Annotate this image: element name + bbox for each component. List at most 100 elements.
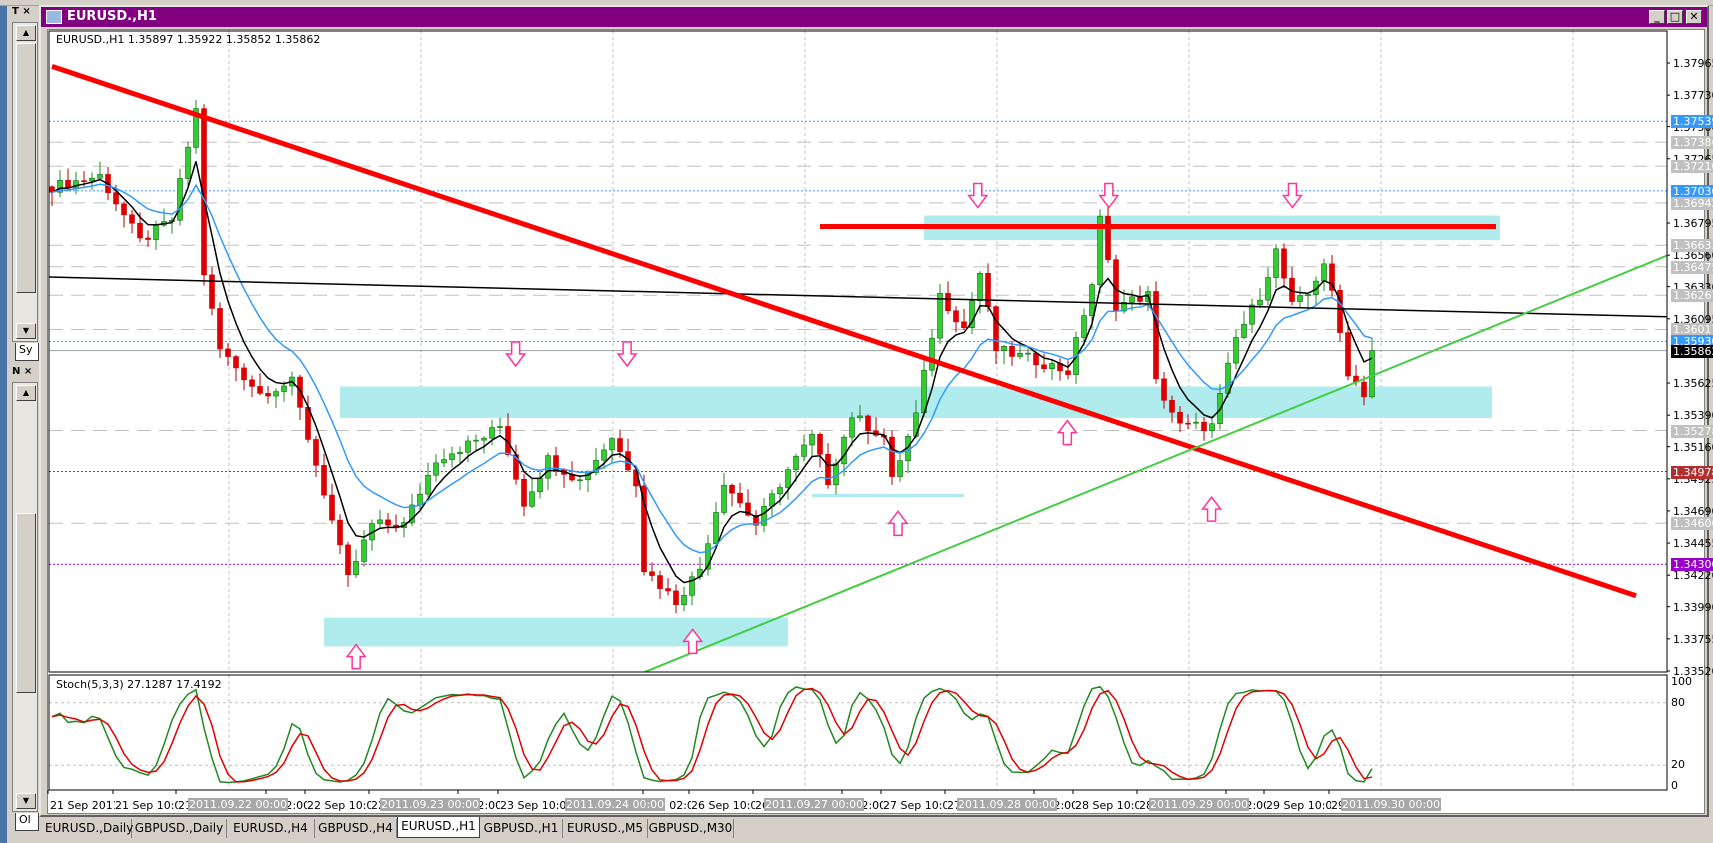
tab-gbpusd-h4[interactable]: GBPUSD.,H4	[315, 819, 397, 838]
bear-candle	[865, 415, 871, 432]
price-marker-label: 1.37539	[1671, 115, 1713, 129]
bear-candle	[137, 222, 143, 239]
price-marker-label: 1.35862	[1671, 344, 1713, 358]
tab-eurusd-h1[interactable]: EURUSD.,H1	[397, 817, 480, 838]
bull-candle	[545, 455, 551, 479]
bull-candle	[1265, 277, 1271, 301]
bear-candle	[265, 393, 271, 397]
bear-candle	[1177, 411, 1183, 424]
price-marker-label: 1.36267	[1671, 289, 1713, 303]
bull-candle	[777, 487, 783, 495]
bear-candle	[665, 588, 671, 592]
bull-candle	[1233, 337, 1239, 364]
tab-gbpusd-daily[interactable]: GBPUSD.,Daily	[132, 819, 227, 838]
bull-candle	[1257, 299, 1263, 306]
bear-candle	[961, 321, 967, 328]
bear-candle	[817, 434, 823, 455]
bull-candle	[1081, 315, 1087, 338]
bear-candle	[521, 479, 527, 507]
bull-candle	[849, 417, 855, 438]
bear-candle	[1009, 346, 1015, 357]
bear-candle	[993, 306, 999, 351]
bull-candle	[809, 434, 815, 446]
bear-candle	[145, 237, 151, 240]
bear-candle	[217, 308, 223, 350]
tab-eurusd-h4[interactable]: EURUSD.,H4	[227, 819, 315, 838]
time-highlight-label: 2011.09.28 00:00	[957, 798, 1058, 811]
support-resistance-zone	[812, 493, 964, 498]
price-tick-label: 1.36795	[1673, 217, 1713, 231]
price-tick-label: 1.33755	[1673, 632, 1713, 646]
time-tick-label: 29 Sep 10:00	[1266, 799, 1340, 812]
bear-candle	[673, 590, 679, 605]
up-arrow-icon	[1056, 419, 1078, 446]
bull-candle	[1001, 346, 1007, 351]
tab-eurusd-m5[interactable]: EURUSD.,M5	[563, 819, 648, 838]
time-tick-label: 27 Sep 10:00	[883, 799, 957, 812]
bull-candle	[497, 426, 503, 428]
time-highlight-label: 2011.09.27 00:00	[764, 798, 865, 811]
bull-candle	[785, 469, 791, 488]
stoch-plot	[49, 675, 1667, 790]
bear-candle	[249, 379, 255, 387]
tab-gbpusd-m30[interactable]: GBPUSD.,M30	[648, 819, 734, 838]
bear-candle	[649, 571, 655, 576]
symbol-ohlc-info: EURUSD.,H1 1.35897 1.35922 1.35852 1.358…	[56, 33, 321, 46]
tab-gbpusd-h1[interactable]: GBPUSD.,H1	[480, 819, 563, 838]
bear-candle	[1169, 399, 1175, 413]
bull-candle	[529, 491, 535, 507]
bear-candle	[345, 544, 351, 576]
bull-candle	[1297, 295, 1303, 302]
bull-candle	[1025, 352, 1031, 355]
price-marker-label: 1.36475	[1671, 260, 1713, 274]
bear-candle	[321, 465, 327, 496]
bull-candle	[433, 462, 439, 476]
bull-candle	[1089, 284, 1095, 316]
bull-candle	[273, 391, 279, 397]
bull-candle	[489, 427, 495, 439]
downtrend-line	[51, 64, 1637, 599]
bull-candle	[713, 512, 719, 545]
price-chart[interactable]	[0, 0, 1713, 843]
bull-candle	[1209, 423, 1215, 432]
bull-candle	[929, 337, 935, 371]
time-tick-label: 22 Sep 10:00	[307, 799, 381, 812]
bear-candle	[81, 180, 87, 182]
bull-candle	[801, 444, 807, 457]
bull-candle	[465, 440, 471, 453]
bull-candle	[1129, 296, 1135, 303]
bull-candle	[1249, 304, 1255, 325]
bear-candle	[1345, 332, 1351, 377]
bull-candle	[457, 451, 463, 455]
bear-candle	[209, 274, 215, 309]
bull-candle	[185, 147, 191, 179]
bear-candle	[329, 494, 335, 521]
main-plot	[49, 31, 1667, 672]
bull-candle	[361, 539, 367, 562]
bear-candle	[1185, 422, 1191, 425]
chart-tabs: EURUSD.,Daily GBPUSD.,Daily EURUSD.,H4 GBPU…	[41, 817, 1713, 839]
price-tick-label: 1.35390	[1673, 409, 1713, 423]
up-arrow-icon	[345, 643, 367, 670]
bull-candle	[97, 174, 103, 179]
price-tick-label: 1.35625	[1673, 377, 1713, 391]
bull-candle	[537, 477, 543, 493]
bear-candle	[257, 386, 263, 394]
bull-candle	[897, 460, 903, 477]
bear-candle	[113, 192, 119, 205]
bull-candle	[601, 449, 607, 461]
bear-candle	[313, 439, 319, 466]
bull-candle	[425, 474, 431, 495]
tab-eurusd-daily[interactable]: EURUSD.,Daily	[45, 819, 133, 838]
bull-candle	[1193, 421, 1199, 424]
bull-candle	[841, 436, 847, 465]
bear-candle	[1361, 381, 1367, 398]
time-tick-label: 26 Sep 10:00	[691, 799, 765, 812]
price-marker-label: 1.34600	[1671, 517, 1713, 531]
bear-candle	[729, 485, 735, 494]
price-marker-label: 1.36942	[1671, 196, 1713, 210]
bear-candle	[617, 438, 623, 452]
bull-candle	[577, 479, 583, 482]
stoch-tick-label: 0	[1671, 779, 1678, 792]
price-marker-label: 1.37210	[1671, 160, 1713, 174]
